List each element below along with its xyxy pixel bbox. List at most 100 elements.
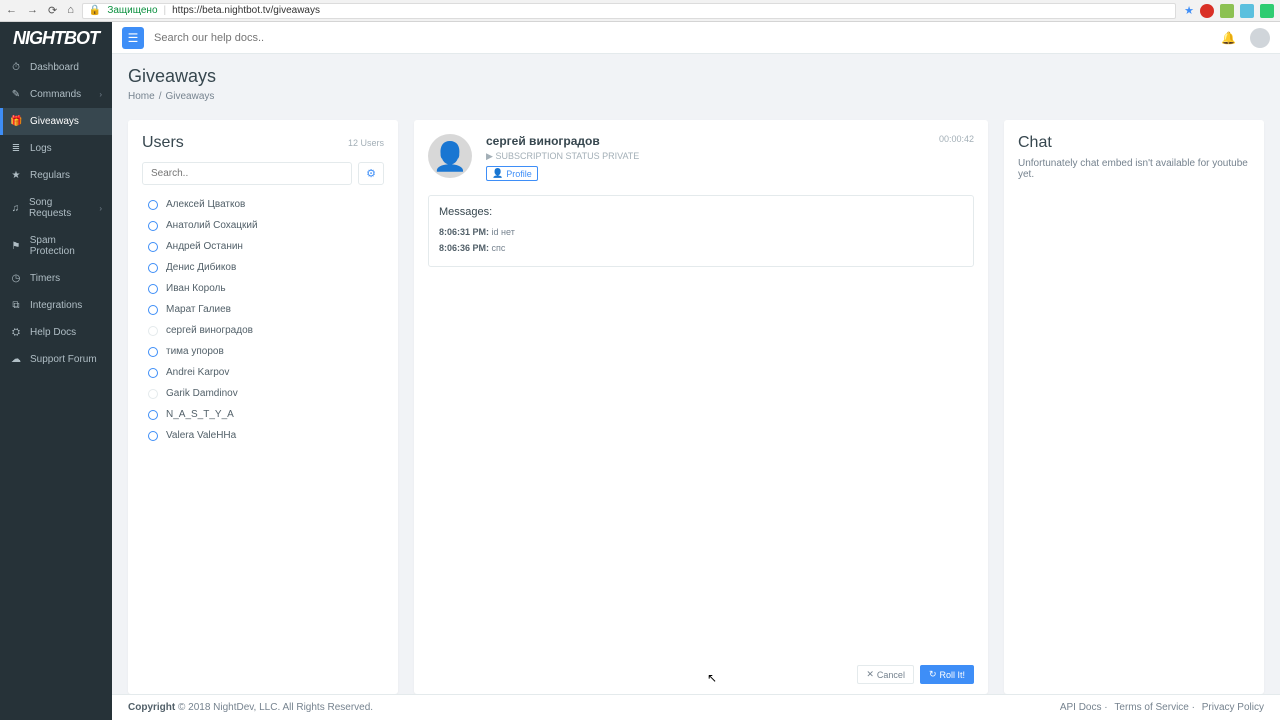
- footer-link[interactable]: Terms of Service: [1114, 702, 1188, 713]
- url-bar[interactable]: 🔒 Защищено | https://beta.nightbot.tv/gi…: [82, 3, 1176, 19]
- back-icon[interactable]: ←: [6, 4, 17, 17]
- messages-box: Messages: 8:06:31 PM: id нет8:06:36 PM: …: [428, 195, 974, 267]
- nav-label: Giveaways: [30, 116, 79, 127]
- user-name: Андрей Останин: [166, 241, 243, 252]
- sidebar-item-logs[interactable]: ≣Logs: [0, 135, 112, 162]
- user-item[interactable]: Марат Галиев: [142, 300, 384, 319]
- nav-label: Support Forum: [30, 354, 97, 365]
- nightbot-logo: NIGHTBOT: [0, 22, 112, 54]
- user-item[interactable]: Andrei Karpov: [142, 363, 384, 382]
- chevron-right-icon: ›: [99, 204, 102, 213]
- user-icon: 👤: [492, 168, 503, 179]
- user-item[interactable]: Анатолий Сохацкий: [142, 216, 384, 235]
- user-avatar[interactable]: [1250, 28, 1270, 48]
- user-item[interactable]: Алексей Цватков: [142, 195, 384, 214]
- users-panel: Users 12 Users ⚙ Алексей Цватков Анатолий…: [128, 120, 398, 694]
- nav-icon: ≣: [10, 143, 22, 154]
- sidebar-item-integrations[interactable]: ⧉ Integrations: [0, 292, 112, 319]
- refresh-icon: ↻: [929, 669, 937, 680]
- winner-name: сергей виноградов: [486, 134, 974, 148]
- notifications-icon[interactable]: 🔔: [1221, 31, 1236, 45]
- user-name: тима упоров: [166, 346, 224, 357]
- user-selected-indicator: [148, 410, 158, 420]
- user-name: сергей виноградов: [166, 325, 253, 336]
- nav-label: Spam Protection: [30, 235, 102, 257]
- nav-label: Timers: [30, 273, 60, 284]
- sidebar-item-dashboard[interactable]: ⏱Dashboard: [0, 54, 112, 81]
- sidebar-item-song-requests[interactable]: ♫Song Requests›: [0, 189, 112, 227]
- search-help-input[interactable]: [154, 32, 1211, 44]
- nav-icon: ⛭: [10, 327, 22, 338]
- nav-icon: ☁: [10, 354, 22, 365]
- home-icon[interactable]: ⌂: [67, 4, 74, 17]
- nav-icon: ⧉: [10, 300, 22, 311]
- user-selected-indicator: [148, 368, 158, 378]
- breadcrumb-current: Giveaways: [165, 91, 214, 102]
- user-name: N_A_S_T_Y_A: [166, 409, 234, 420]
- user-name: Марат Галиев: [166, 304, 231, 315]
- winner-panel: 00:00:42 👤 сергей виноградов ▶ SUBSCRIPT…: [414, 120, 988, 694]
- user-item[interactable]: Андрей Останин: [142, 237, 384, 256]
- sidebar-item-support-forum[interactable]: ☁ Support Forum: [0, 346, 112, 373]
- reload-icon[interactable]: ⟳: [48, 4, 57, 17]
- user-name: Иван Король: [166, 283, 226, 294]
- profile-button[interactable]: 👤 Profile: [486, 166, 538, 181]
- user-name: Garik Damdinov: [166, 388, 238, 399]
- nav-icon: ♫: [10, 203, 21, 214]
- user-item[interactable]: Valera ValeHHa: [142, 426, 384, 445]
- winner-avatar: 👤: [428, 134, 472, 178]
- url-text: https://beta.nightbot.tv/giveaways: [172, 5, 320, 16]
- forward-icon[interactable]: →: [27, 4, 38, 17]
- user-item[interactable]: Денис Дибиков: [142, 258, 384, 277]
- sidebar-item-spam-protection[interactable]: ⚑Spam Protection: [0, 227, 112, 265]
- sidebar-item-regulars[interactable]: ★Regulars: [0, 162, 112, 189]
- user-item[interactable]: тима упоров: [142, 342, 384, 361]
- user-selected-indicator: [148, 431, 158, 441]
- roll-it-button[interactable]: ↻ Roll It!: [920, 665, 974, 684]
- users-title: Users: [142, 134, 184, 152]
- sidebar-item-help-docs[interactable]: ⛭ Help Docs: [0, 319, 112, 346]
- topbar: ☰ 🔔: [112, 22, 1280, 54]
- user-item[interactable]: сергей виноградов: [142, 321, 384, 340]
- user-selected-indicator: [148, 389, 158, 399]
- user-item[interactable]: Иван Король: [142, 279, 384, 298]
- user-selected-indicator: [148, 326, 158, 336]
- user-selected-indicator: [148, 242, 158, 252]
- nav-label: Regulars: [30, 170, 70, 181]
- youtube-icon: ▶: [486, 151, 493, 161]
- nav-label: Commands: [30, 89, 81, 100]
- sidebar-item-timers[interactable]: ◷ Timers: [0, 265, 112, 292]
- user-name: Денис Дибиков: [166, 262, 236, 273]
- page-title: Giveaways: [128, 66, 1264, 87]
- user-selected-indicator: [148, 200, 158, 210]
- user-name: Andrei Karpov: [166, 367, 229, 378]
- sidebar-item-commands[interactable]: ✎Commands›: [0, 81, 112, 108]
- nav-label: Help Docs: [30, 327, 76, 338]
- chat-unavailable-message: Unfortunately chat embed isn't available…: [1018, 158, 1250, 180]
- subscription-status: ▶ SUBSCRIPTION STATUS PRIVATE: [486, 151, 974, 162]
- sidebar-item-giveaways[interactable]: 🎁 Giveaways: [0, 108, 112, 135]
- users-count: 12 Users: [348, 138, 384, 148]
- user-item[interactable]: N_A_S_T_Y_A: [142, 405, 384, 424]
- nav-icon: ⏱: [10, 62, 22, 73]
- user-name: Valera ValeHHa: [166, 430, 236, 441]
- cancel-button[interactable]: ✕ Cancel: [857, 665, 914, 684]
- browser-chrome: ← → ⟳ ⌂ 🔒 Защищено | https://beta.nightb…: [0, 0, 1280, 22]
- user-selected-indicator: [148, 284, 158, 294]
- giveaway-timer: 00:00:42: [939, 134, 974, 144]
- close-icon: ✕: [866, 669, 874, 680]
- user-selected-indicator: [148, 305, 158, 315]
- nav-label: Integrations: [30, 300, 82, 311]
- footer-link[interactable]: API Docs: [1060, 702, 1102, 713]
- user-item[interactable]: Garik Damdinov: [142, 384, 384, 403]
- users-settings-button[interactable]: ⚙: [358, 162, 384, 185]
- footer-link[interactable]: Privacy Policy: [1202, 702, 1264, 713]
- users-search-input[interactable]: [142, 162, 352, 185]
- nav-icon: 🎁: [10, 116, 22, 127]
- nav-icon: ◷: [10, 273, 22, 284]
- footer: Copyright © 2018 NightDev, LLC. All Righ…: [112, 694, 1280, 720]
- chat-title: Chat: [1018, 134, 1250, 152]
- chevron-right-icon: ›: [99, 90, 102, 99]
- breadcrumb-home[interactable]: Home: [128, 91, 155, 102]
- sidebar-toggle-button[interactable]: ☰: [122, 27, 144, 49]
